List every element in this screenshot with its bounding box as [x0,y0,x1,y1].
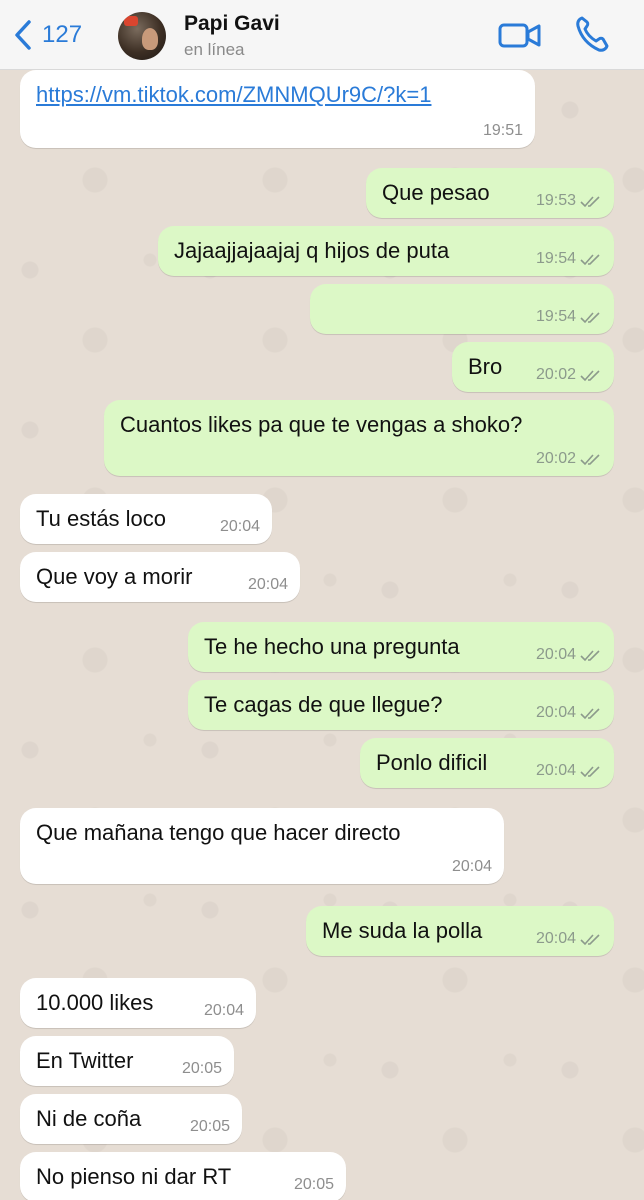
message-time: 20:04 [535,704,576,721]
message-time: 20:04 [247,576,288,593]
message-text: Cuantos likes pa que te vengas a shoko? [120,412,523,437]
message-meta: 20:04 [536,646,602,664]
back-button[interactable]: 127 [12,18,82,52]
phone-call-icon[interactable] [574,14,610,54]
message-meta: 19:54 [536,250,602,268]
unread-count: 127 [42,21,83,48]
message-time: 19:54 [535,308,576,325]
message-bubble[interactable]: Te cagas de que llegue? 20:04 [188,680,614,730]
read-ticks-icon [580,765,600,777]
message-meta: 19:53 [536,192,602,210]
message-text: Me suda la polla [322,918,483,943]
message-text: No pienso ni dar RT [36,1164,232,1189]
message-time: 19:51 [482,122,523,139]
read-ticks-icon [580,253,600,265]
message-bubble[interactable]: 19:54 [310,284,614,334]
message-bubble[interactable]: Jajaajjajaajaj q hijos de puta 19:54 [158,226,614,276]
read-ticks-icon [580,933,600,945]
video-call-icon[interactable] [498,18,542,52]
message-meta: 20:04 [248,576,288,594]
message-meta: 20:04 [536,930,602,948]
message-bubble[interactable]: https://vm.tiktok.com/ZMNMQUr9C/?k=1 19:… [20,70,535,148]
message-text: Que voy a morir [36,564,193,589]
message-meta: 20:04 [220,518,260,536]
read-ticks-icon [580,195,600,207]
message-bubble[interactable]: Que voy a morir 20:04 [20,552,300,602]
message-time: 20:02 [535,366,576,383]
read-ticks-icon [580,649,600,661]
message-meta: 20:02 [536,450,602,468]
message-meta: 20:05 [190,1118,230,1136]
message-bubble[interactable]: Ni de coña 20:05 [20,1094,242,1144]
message-meta: 20:05 [294,1176,334,1194]
message-text: Que mañana tengo que hacer directo [36,820,401,845]
message-meta: 20:04 [536,762,602,780]
read-ticks-icon [580,369,600,381]
message-text: Que pesao [382,180,490,205]
message-text: 10.000 likes [36,990,154,1015]
chat-area[interactable]: https://vm.tiktok.com/ZMNMQUr9C/?k=1 19:… [0,70,644,1200]
message-text: En Twitter [36,1048,134,1073]
message-meta: 19:51 [483,122,523,140]
message-text: Tu estás loco [36,506,167,531]
message-time: 20:05 [189,1118,230,1135]
message-time: 20:04 [451,858,492,875]
read-ticks-icon [580,453,600,465]
message-time: 20:02 [535,450,576,467]
message-time: 19:54 [535,250,576,267]
message-bubble[interactable]: Ponlo dificil 20:04 [360,738,614,788]
message-text: Te cagas de que llegue? [204,692,443,717]
message-bubble[interactable]: 10.000 likes 20:04 [20,978,256,1028]
message-time: 20:05 [293,1176,334,1193]
chevron-left-icon [15,20,31,50]
message-bubble[interactable]: En Twitter 20:05 [20,1036,234,1086]
message-bubble[interactable]: Bro 20:02 [452,342,614,392]
message-time: 20:04 [535,646,576,663]
message-meta: 20:02 [536,366,602,384]
message-meta: 20:04 [536,704,602,722]
chat-header: 127 Papi Gavi en línea [0,0,644,70]
message-bubble[interactable]: No pienso ni dar RT 20:05 [20,1152,346,1200]
message-bubble[interactable]: Tu estás loco 20:04 [20,494,272,544]
message-text: Jajaajjajaajaj q hijos de puta [174,238,450,263]
message-time: 20:05 [181,1060,222,1077]
message-bubble[interactable]: Que mañana tengo que hacer directo 20:04 [20,808,504,884]
message-link[interactable]: https://vm.tiktok.com/ZMNMQUr9C/?k=1 [36,82,431,108]
contact-name[interactable]: Papi Gavi [184,12,280,36]
message-meta: 19:54 [536,308,602,326]
message-text: Ponlo dificil [376,750,488,775]
message-time: 20:04 [535,762,576,779]
message-bubble[interactable]: Que pesao 19:53 [366,168,614,218]
message-text: Te he hecho una pregunta [204,634,460,659]
contact-status: en línea [184,40,245,59]
message-time: 20:04 [203,1002,244,1019]
message-bubble[interactable]: Cuantos likes pa que te vengas a shoko? … [104,400,614,476]
avatar[interactable] [118,12,166,60]
message-time: 20:04 [219,518,260,535]
message-bubble[interactable]: Te he hecho una pregunta 20:04 [188,622,614,672]
message-text: Bro [468,354,503,379]
message-bubble[interactable]: Me suda la polla 20:04 [306,906,614,956]
message-meta: 20:05 [182,1060,222,1078]
read-ticks-icon [580,707,600,719]
message-meta: 20:04 [452,858,492,876]
read-ticks-icon [580,311,600,323]
message-time: 20:04 [535,930,576,947]
message-time: 19:53 [535,192,576,209]
message-meta: 20:04 [204,1002,244,1020]
message-text: Ni de coña [36,1106,142,1131]
